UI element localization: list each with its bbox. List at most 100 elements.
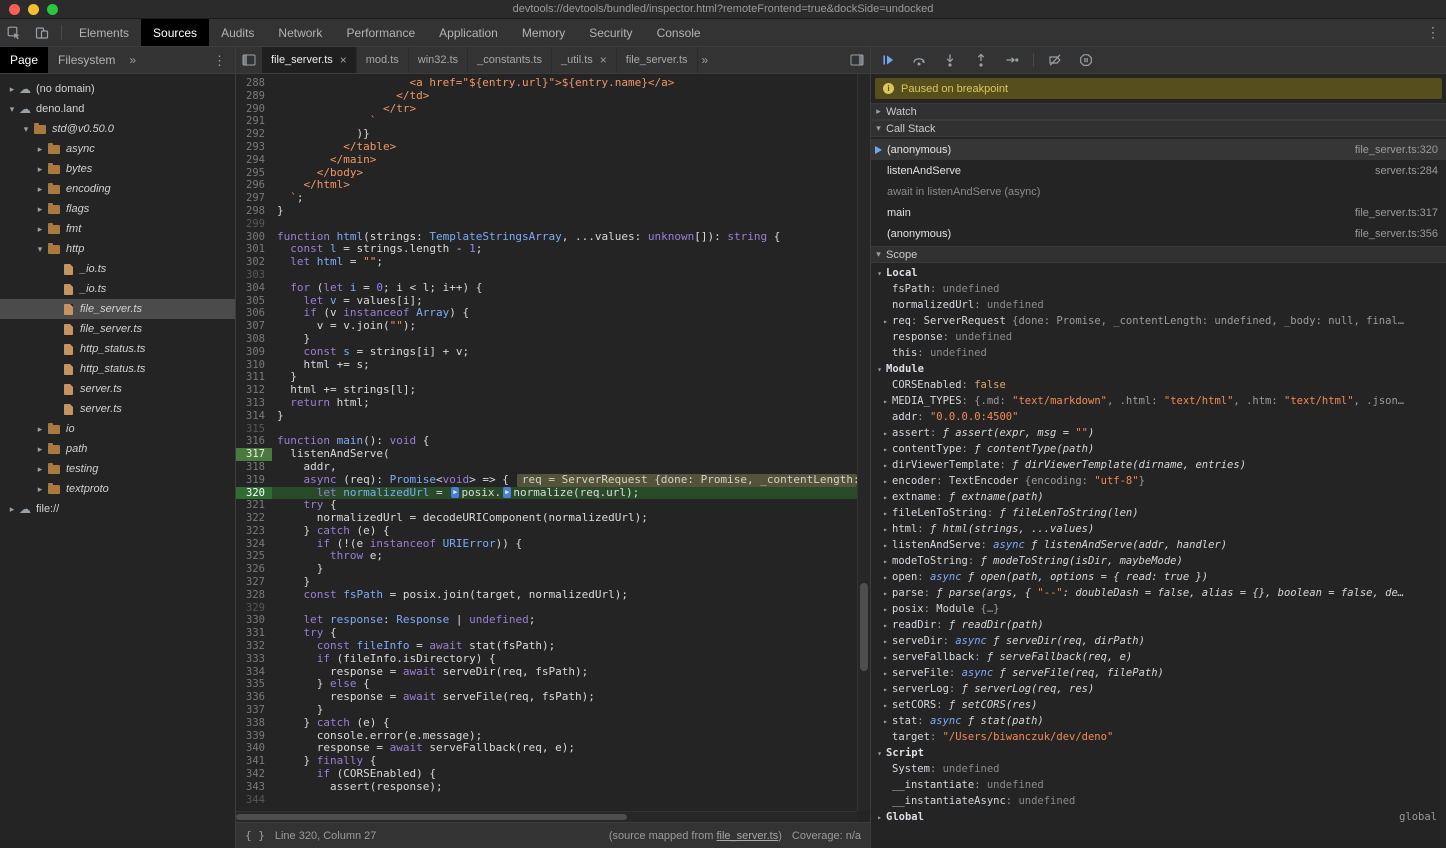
line-number-319[interactable]: 319 — [236, 474, 272, 487]
scope-variable-listenandserve[interactable]: ▸listenAndServe: async ƒ listenAndServe(… — [871, 537, 1446, 553]
line-number-313[interactable]: 313 — [236, 397, 272, 410]
tree-item-file_server.ts[interactable]: file_server.ts — [0, 319, 235, 339]
line-number-308[interactable]: 308 — [236, 333, 272, 346]
tree-item-http_status.ts[interactable]: http_status.ts — [0, 359, 235, 379]
line-number-322[interactable]: 322 — [236, 512, 272, 525]
navigator-tab-page[interactable]: Page — [0, 47, 48, 73]
line-number-289[interactable]: 289 — [236, 90, 272, 103]
expand-variable-icon[interactable]: ▸ — [879, 685, 892, 694]
code-line-310[interactable]: 310 html += s; — [236, 359, 857, 372]
deactivate-breakpoints-button[interactable] — [1045, 50, 1065, 70]
call-stack-frame[interactable]: listenAndServeserver.ts:284 — [871, 160, 1446, 181]
tree-item-bytes[interactable]: ▸bytes — [0, 159, 235, 179]
section-collapsed-icon[interactable]: ▸ — [873, 813, 886, 822]
expand-variable-icon[interactable]: ▸ — [879, 669, 892, 678]
step-over-button[interactable] — [909, 50, 929, 70]
tree-item-textproto[interactable]: ▸textproto — [0, 479, 235, 499]
line-number-325[interactable]: 325 — [236, 550, 272, 563]
line-number-309[interactable]: 309 — [236, 346, 272, 359]
scope-section-header[interactable]: ▾ Scope — [871, 246, 1446, 263]
navigator-menu-icon[interactable]: ⋮ — [204, 47, 235, 73]
code-line-298[interactable]: 298} — [236, 205, 857, 218]
code-line-307[interactable]: 307 v = v.join(""); — [236, 320, 857, 333]
main-menu-icon[interactable]: ⋮ — [1420, 19, 1446, 46]
scope-variable-setcors[interactable]: ▸setCORS: ƒ setCORS(res) — [871, 697, 1446, 713]
scope-variable-posix[interactable]: ▸posix: Module {…} — [871, 601, 1446, 617]
scope-variable-stat[interactable]: ▸stat: async ƒ stat(path) — [871, 713, 1446, 729]
expand-variable-icon[interactable]: ▸ — [879, 701, 892, 710]
step-into-button[interactable] — [940, 50, 960, 70]
editor-tab-_util.ts[interactable]: _util.ts× — [552, 47, 617, 73]
line-number-329[interactable]: 329 — [236, 602, 272, 615]
line-number-317[interactable]: 317 — [236, 448, 272, 461]
expand-variable-icon[interactable]: ▸ — [879, 317, 892, 326]
scope-variable-contenttype[interactable]: ▸contentType: ƒ contentType(path) — [871, 441, 1446, 457]
line-number-336[interactable]: 336 — [236, 691, 272, 704]
scope-variable-filelentostring[interactable]: ▸fileLenToString: ƒ fileLenToString(len) — [871, 505, 1446, 521]
editor-tab-file_server.ts[interactable]: file_server.ts× — [262, 47, 357, 73]
tree-expanded-icon[interactable]: ▾ — [6, 104, 18, 115]
tree-collapsed-icon[interactable]: ▸ — [34, 144, 46, 155]
line-number-293[interactable]: 293 — [236, 141, 272, 154]
line-number-332[interactable]: 332 — [236, 640, 272, 653]
editor-tab-mod.ts[interactable]: mod.ts — [357, 47, 409, 73]
main-tab-elements[interactable]: Elements — [67, 19, 141, 46]
scope-variable-open[interactable]: ▸open: async ƒ open(path, options = { re… — [871, 569, 1446, 585]
call-stack-frame[interactable]: await in listenAndServe (async) — [871, 181, 1446, 202]
tree-item-async[interactable]: ▸async — [0, 139, 235, 159]
scope-variable-__instantiateasync[interactable]: __instantiateAsync: undefined — [871, 793, 1446, 809]
line-number-341[interactable]: 341 — [236, 755, 272, 768]
scope-variable-fspath[interactable]: fsPath: undefined — [871, 281, 1446, 297]
horizontal-scrollbar-thumb[interactable] — [236, 814, 627, 820]
code-line-313[interactable]: 313 return html; — [236, 397, 857, 410]
tree-item-_io.ts[interactable]: _io.ts — [0, 279, 235, 299]
scope-section-module[interactable]: ▾Module — [871, 361, 1446, 377]
tree-expanded-icon[interactable]: ▾ — [34, 244, 46, 255]
main-tab-security[interactable]: Security — [577, 19, 644, 46]
tree-item-server.ts[interactable]: server.ts — [0, 379, 235, 399]
line-number-324[interactable]: 324 — [236, 538, 272, 551]
call-stack-frame[interactable]: (anonymous)file_server.ts:320 — [871, 139, 1446, 160]
code-line-296[interactable]: 296 </html> — [236, 179, 857, 192]
code-line-344[interactable]: 344 — [236, 794, 857, 807]
line-number-306[interactable]: 306 — [236, 307, 272, 320]
tree-item-path[interactable]: ▸path — [0, 439, 235, 459]
main-tab-application[interactable]: Application — [427, 19, 510, 46]
line-number-294[interactable]: 294 — [236, 154, 272, 167]
editor-tab-file_server.ts[interactable]: file_server.ts — [617, 47, 698, 73]
step-out-button[interactable] — [971, 50, 991, 70]
editor-tab-_constants.ts[interactable]: _constants.ts — [468, 47, 552, 73]
line-number-292[interactable]: 292 — [236, 128, 272, 141]
line-number-318[interactable]: 318 — [236, 461, 272, 474]
minimize-window-button[interactable] — [28, 4, 39, 15]
scope-variable-addr[interactable]: addr: "0.0.0.0:4500" — [871, 409, 1446, 425]
main-tab-network[interactable]: Network — [266, 19, 334, 46]
expand-variable-icon[interactable]: ▸ — [879, 541, 892, 550]
line-number-288[interactable]: 288 — [236, 77, 272, 90]
line-number-337[interactable]: 337 — [236, 704, 272, 717]
line-number-327[interactable]: 327 — [236, 576, 272, 589]
scope-section-global[interactable]: ▸Globalglobal — [871, 809, 1446, 825]
main-tab-audits[interactable]: Audits — [209, 19, 266, 46]
line-number-312[interactable]: 312 — [236, 384, 272, 397]
line-number-330[interactable]: 330 — [236, 614, 272, 627]
code-line-325[interactable]: 325 throw e; — [236, 550, 857, 563]
scope-variable-assert[interactable]: ▸assert: ƒ assert(expr, msg = "") — [871, 425, 1446, 441]
code-line-343[interactable]: 343 assert(response); — [236, 781, 857, 794]
line-number-323[interactable]: 323 — [236, 525, 272, 538]
expand-variable-icon[interactable]: ▸ — [879, 557, 892, 566]
code-line-328[interactable]: 328 const fsPath = posix.join(target, no… — [236, 589, 857, 602]
main-tab-console[interactable]: Console — [645, 19, 713, 46]
tree-item-file[interactable]: ▸☁file:// — [0, 499, 235, 519]
expand-variable-icon[interactable]: ▸ — [879, 461, 892, 470]
tree-collapsed-icon[interactable]: ▸ — [34, 164, 46, 175]
line-number-335[interactable]: 335 — [236, 678, 272, 691]
line-number-342[interactable]: 342 — [236, 768, 272, 781]
line-number-295[interactable]: 295 — [236, 167, 272, 180]
scope-variable-html[interactable]: ▸html: ƒ html(strings, ...values) — [871, 521, 1446, 537]
line-number-298[interactable]: 298 — [236, 205, 272, 218]
tree-item-testing[interactable]: ▸testing — [0, 459, 235, 479]
tree-collapsed-icon[interactable]: ▸ — [34, 204, 46, 215]
scope-variable-system[interactable]: System: undefined — [871, 761, 1446, 777]
tree-expanded-icon[interactable]: ▾ — [20, 124, 32, 135]
